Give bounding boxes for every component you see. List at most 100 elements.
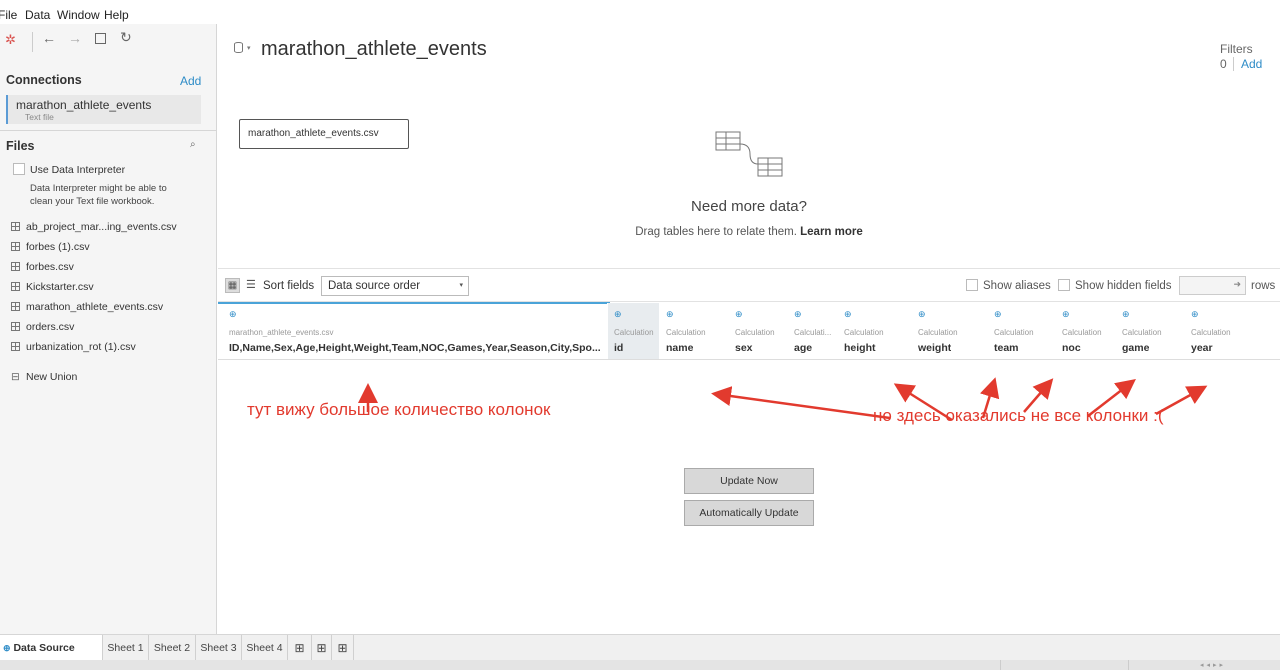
learn-more-link[interactable]: Learn more (800, 226, 863, 238)
list-view-icon[interactable]: ☰ (246, 278, 256, 291)
calc-type-icon: ⊕ (666, 309, 674, 319)
tab-data-source[interactable]: ⊕ Data Source (0, 635, 103, 661)
connection-name: marathon_athlete_events (16, 98, 152, 112)
menu-window[interactable]: Window (57, 8, 100, 22)
file-name: urbanization_rot (1).csv (26, 341, 136, 353)
column-header[interactable]: ⊕ Calculation name (660, 303, 730, 359)
column-header[interactable]: ⊕ Calculation noc (1056, 303, 1116, 359)
tab-sheet-4[interactable]: Sheet 4 (242, 635, 288, 661)
filters-divider (1233, 57, 1234, 71)
show-aliases-label: Show aliases (983, 280, 1051, 292)
show-aliases-checkbox[interactable] (966, 279, 978, 291)
refresh-icon[interactable]: ↻ (120, 29, 132, 46)
tableau-logo-icon[interactable]: ✲ (5, 32, 16, 48)
sidebar-divider (0, 130, 216, 131)
file-item[interactable]: orders.csv (11, 321, 74, 335)
update-now-button[interactable]: Update Now (684, 468, 814, 494)
union-icon: ⊟ (11, 371, 20, 383)
column-source: Calculati... (794, 328, 832, 337)
column-source: Calculation (1062, 328, 1102, 337)
rows-input[interactable]: ➜ (1179, 276, 1246, 295)
file-name: ab_project_mar...ing_events.csv (26, 221, 177, 233)
column-name: game (1122, 342, 1150, 354)
column-header[interactable]: ⊕ Calculation team (988, 303, 1056, 359)
column-name: age (794, 342, 813, 354)
file-name: Kickstarter.csv (26, 281, 94, 293)
data-interpreter-option[interactable]: Use Data Interpreter (13, 163, 125, 176)
add-connection-link[interactable]: Add (180, 74, 201, 88)
table-icon (11, 282, 20, 291)
go-arrow-icon[interactable]: ➜ (1233, 279, 1241, 290)
chevron-down-icon: ▾ (459, 282, 463, 289)
column-source: Calculation (735, 328, 775, 337)
pager-icons[interactable]: ◂◂▸▸ (1200, 661, 1226, 669)
datasource-icon[interactable] (234, 42, 243, 53)
connection-item[interactable]: marathon_athlete_events Text file (6, 95, 201, 124)
tab-sheet-3[interactable]: Sheet 3 (196, 635, 242, 661)
add-filter-link[interactable]: Add (1241, 57, 1262, 71)
interpreter-checkbox[interactable] (13, 163, 25, 175)
column-header[interactable]: ⊕ Calculation sex (729, 303, 789, 359)
rows-label: rows (1251, 280, 1276, 292)
file-item[interactable]: marathon_athlete_events.csv (11, 301, 163, 315)
column-header[interactable]: ⊕ Calculation height (838, 303, 913, 359)
calc-type-icon: ⊕ (1191, 309, 1199, 319)
interpreter-note-line-2: clean your Text file workbook. (30, 196, 155, 207)
menu-file[interactable]: File (0, 8, 17, 22)
column-source: Calculation (1122, 328, 1162, 337)
column-name: team (994, 342, 1019, 354)
column-name: name (666, 342, 694, 354)
canvas-table[interactable]: marathon_athlete_events.csv (239, 119, 409, 149)
menu-help[interactable]: Help (104, 8, 129, 22)
column-source: Calculation (1191, 328, 1231, 337)
status-divider (1000, 660, 1001, 670)
column-header[interactable]: ⊕ Calculation game (1116, 303, 1185, 359)
new-union-label: New Union (26, 371, 78, 383)
column-source: Calculation (666, 328, 706, 337)
tab-sheet-1[interactable]: Sheet 1 (103, 635, 149, 661)
filters-count: 0 (1220, 57, 1227, 71)
forward-arrow-icon[interactable]: → (68, 30, 82, 46)
calc-type-icon: ⊕ (794, 309, 802, 319)
file-item[interactable]: forbes.csv (11, 261, 74, 275)
column-header[interactable]: ⊕ Calculation id (608, 303, 660, 359)
file-item[interactable]: ab_project_mar...ing_events.csv (11, 221, 177, 235)
new-union-item[interactable]: ⊟ New Union (11, 371, 77, 385)
string-type-icon: ⊕ (229, 309, 237, 319)
need-more-data-heading: Need more data? (691, 198, 807, 215)
calc-type-icon: ⊕ (1062, 309, 1070, 319)
file-item[interactable]: forbes (1).csv (11, 241, 90, 255)
show-hidden-option[interactable]: Show hidden fields (1058, 279, 1172, 292)
sort-fields-select[interactable]: Data source order ▾ (321, 276, 469, 296)
save-icon[interactable] (95, 33, 106, 44)
file-name: forbes.csv (26, 261, 74, 273)
tab-sheet-2[interactable]: Sheet 2 (149, 635, 196, 661)
file-item[interactable]: urbanization_rot (1).csv (11, 341, 136, 355)
automatically-update-button[interactable]: Automatically Update (684, 500, 814, 526)
back-arrow-icon[interactable]: ← (42, 30, 56, 46)
calc-type-icon: ⊕ (994, 309, 1002, 319)
new-story-icon[interactable]: ⊞ (332, 635, 354, 661)
annotation-left: тут вижу большое количество колонок (247, 400, 551, 419)
new-worksheet-icon[interactable]: ⊞ (288, 635, 312, 661)
connections-heading: Connections (6, 73, 82, 87)
menu-data[interactable]: Data (25, 8, 50, 22)
chevron-down-icon[interactable]: ▾ (247, 44, 251, 52)
interpreter-note-line-1: Data Interpreter might be able to (30, 183, 167, 194)
column-header[interactable]: ⊕ Calculati... age (788, 303, 838, 359)
new-dashboard-icon[interactable]: ⊞ (312, 635, 332, 661)
datasource-title[interactable]: marathon_athlete_events (261, 38, 487, 61)
column-name: year (1191, 342, 1213, 354)
show-hidden-checkbox[interactable] (1058, 279, 1070, 291)
sort-fields-label: Sort fields (263, 280, 315, 292)
column-header[interactable]: ⊕ marathon_athlete_events.csv ID,Name,Se… (223, 303, 608, 359)
column-header[interactable]: ⊕ Calculation year (1185, 303, 1250, 359)
grid-toolbar: ▦ ☰ Sort fields Data source order ▾ Show… (218, 268, 1280, 302)
file-item[interactable]: Kickstarter.csv (11, 281, 94, 295)
column-header[interactable]: ⊕ Calculation weight (912, 303, 989, 359)
search-icon[interactable]: ⌕ (190, 139, 196, 150)
toolbar-divider (32, 32, 33, 52)
show-aliases-option[interactable]: Show aliases (966, 279, 1051, 292)
grid-view-icon[interactable]: ▦ (225, 278, 240, 293)
column-source: marathon_athlete_events.csv (229, 328, 334, 337)
